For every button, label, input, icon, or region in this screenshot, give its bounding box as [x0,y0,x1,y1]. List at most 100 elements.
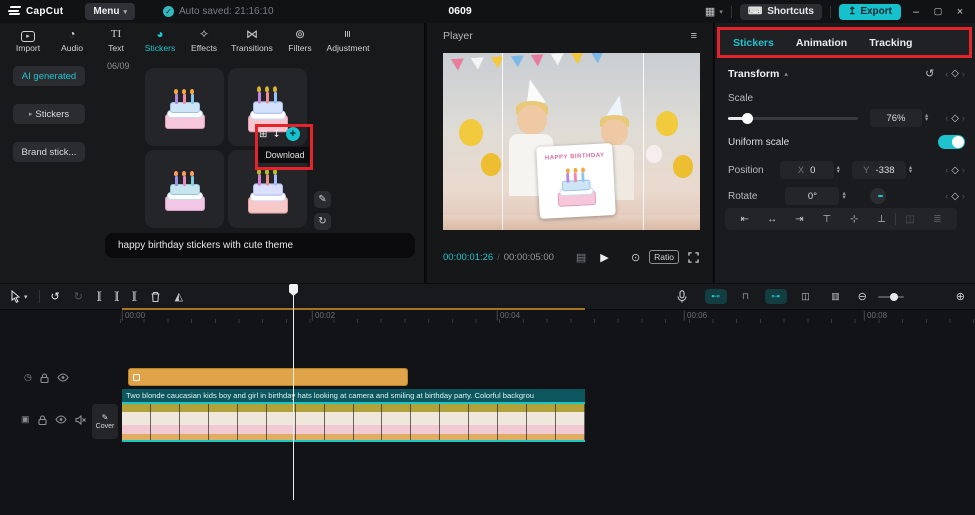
frame-icon[interactable]: ▣ [21,414,30,425]
text-clip[interactable]: Two blonde caucasian kids boy and girl i… [122,389,585,402]
sticker-card-1[interactable] [145,68,224,146]
menu-button[interactable]: Menu ▾ [85,3,135,20]
align-center-vertical-icon[interactable]: ⊹ [841,214,868,225]
sidebar-item-ai-generated[interactable]: AI generated [13,66,85,86]
step-down-icon[interactable]: ▾ [909,169,912,175]
lock-icon[interactable] [40,372,49,383]
transform-section-header[interactable]: Transform ▴ ↺ ‹ ◇ › [728,67,965,81]
frame-grid-icon[interactable]: ▤ [576,251,586,264]
align-top-icon[interactable]: ⊤ [813,214,840,225]
tab-stickers[interactable]: ◕ Stickers [138,27,182,53]
keyframe-icon[interactable]: ◇ [951,113,959,124]
reset-icon[interactable]: ↺ [925,67,934,80]
collapse-caret-icon[interactable]: ▴ [784,70,788,78]
next-keyframe-icon[interactable]: › [962,165,965,175]
timeline-ruler[interactable]: │00:00 │00:02 │00:04 │00:06 │00:08 [0,310,975,324]
regenerate-button[interactable]: ↻ [314,213,331,230]
split-left-icon[interactable]: ][ [115,291,119,302]
keyframe-icon[interactable]: ◇ [951,165,959,176]
align-bottom-icon[interactable]: ⊥ [868,214,895,225]
scale-value-field[interactable]: 76% [870,109,922,127]
rotate-stepper[interactable]: ▴ ▾ [842,191,845,201]
next-keyframe-icon[interactable]: › [962,69,965,79]
distribute-vertical-icon[interactable]: ≣ [924,214,951,225]
mute-speaker-icon[interactable] [74,414,86,425]
timeline-zoom-out-icon[interactable]: ⊖ [858,290,867,303]
main-track-magnet-icon[interactable]: ⊷ [704,289,727,304]
split-icon[interactable]: ][ [97,291,101,302]
undo-icon[interactable]: ↺ [51,290,60,303]
fullscreen-icon[interactable] [688,251,699,263]
multi-clip-select-icon[interactable]: ◫ [795,289,817,304]
linking-icon[interactable]: ⊶ [764,289,787,304]
next-keyframe-icon[interactable]: › [962,191,965,201]
video-preview[interactable]: HAPPY BIRTHDAY [443,53,700,230]
timeline-zoom-slider[interactable] [877,292,904,301]
delete-icon[interactable] [150,291,161,303]
tab-adjustment[interactable]: ≡ Adjustment [322,27,374,53]
tab-filters[interactable]: ⊚ Filters [278,27,322,53]
ai-sticker-prompt-input[interactable]: happy birthday stickers with cute theme [105,233,415,258]
preview-axis-icon[interactable]: ▥ [825,289,847,304]
ratio-button[interactable]: Ratio [649,250,679,264]
tab-animation[interactable]: Animation [796,37,847,49]
edit-draft-button[interactable]: ✎ [314,191,331,208]
shortcuts-button[interactable]: ⌨ Shortcuts [739,3,822,20]
keyframe-icon[interactable]: ◇ [951,68,959,79]
step-down-icon[interactable]: ▾ [837,169,840,175]
playhead-line[interactable] [293,284,294,500]
video-clip[interactable] [122,402,585,442]
select-tool-icon[interactable] [10,290,22,303]
prev-keyframe-icon[interactable]: ‹ [945,113,948,123]
position-x-field[interactable]: X 0 [779,161,834,179]
uniform-scale-toggle[interactable] [938,135,965,149]
mirror-icon[interactable]: ◭ [175,290,183,303]
layout-caret-icon[interactable]: ▾ [719,8,723,16]
split-right-icon[interactable]: ][ [132,291,136,302]
birthday-sticker-overlay[interactable]: HAPPY BIRTHDAY [536,143,616,219]
prev-keyframe-icon[interactable]: ‹ [945,165,948,175]
sticker-clip[interactable] [128,368,408,386]
eye-icon[interactable] [54,415,67,424]
align-center-horizontal-icon[interactable]: ↔ [758,214,785,225]
lock-icon[interactable] [37,414,47,425]
sticker-card-3[interactable] [145,150,224,228]
next-keyframe-icon[interactable]: › [962,113,965,123]
prev-keyframe-icon[interactable]: ‹ [945,191,948,201]
voiceover-mic-icon[interactable] [677,290,687,303]
tab-text[interactable]: TI Text [94,27,138,53]
clock-icon[interactable]: ◷ [24,372,32,383]
redo-icon[interactable]: ↻ [74,290,83,303]
tab-stickers-properties[interactable]: Stickers [733,37,774,49]
step-down-icon[interactable]: ▾ [842,195,845,201]
y-stepper[interactable]: ▴ ▾ [909,165,912,175]
tab-transitions[interactable]: ⋈ Transitions [226,27,278,53]
maximize-button[interactable]: ▢ [931,6,945,17]
minimize-button[interactable]: – [909,6,923,18]
align-left-icon[interactable]: ⇤ [731,214,758,225]
tab-effects[interactable]: ✧ Effects [182,27,226,53]
slider-handle[interactable] [742,112,753,124]
cover-button[interactable]: ✎ Cover [92,404,118,439]
rotate-knob[interactable] [869,188,886,204]
layout-icon[interactable]: ▦ [705,5,715,18]
eye-icon[interactable] [57,373,69,382]
timeline-zoom-in-icon[interactable]: ⊕ [956,290,965,303]
play-button[interactable]: ▶ [600,251,608,264]
scale-stepper[interactable]: ▴ ▾ [925,113,928,123]
keyframe-icon[interactable]: ◇ [951,191,959,202]
prev-keyframe-icon[interactable]: ‹ [945,69,948,79]
close-button[interactable]: × [953,6,967,18]
distribute-horizontal-icon[interactable]: ◫ [896,214,923,225]
tab-import[interactable]: ▸ Import [6,27,50,53]
sidebar-item-brand-stickers[interactable]: Brand stick... [13,142,85,162]
align-right-icon[interactable]: ⇥ [786,214,813,225]
scale-slider[interactable] [728,112,858,124]
step-down-icon[interactable]: ▾ [925,117,928,123]
snapping-icon[interactable]: ⊓ [735,289,757,304]
focus-icon[interactable]: ⊙ [631,251,640,264]
sidebar-item-stickers[interactable]: ▸ Stickers [13,104,85,124]
select-tool-caret-icon[interactable]: ▾ [24,293,28,301]
rotate-field[interactable]: 0° [785,187,840,205]
position-y-field[interactable]: Y -338 [851,161,906,179]
